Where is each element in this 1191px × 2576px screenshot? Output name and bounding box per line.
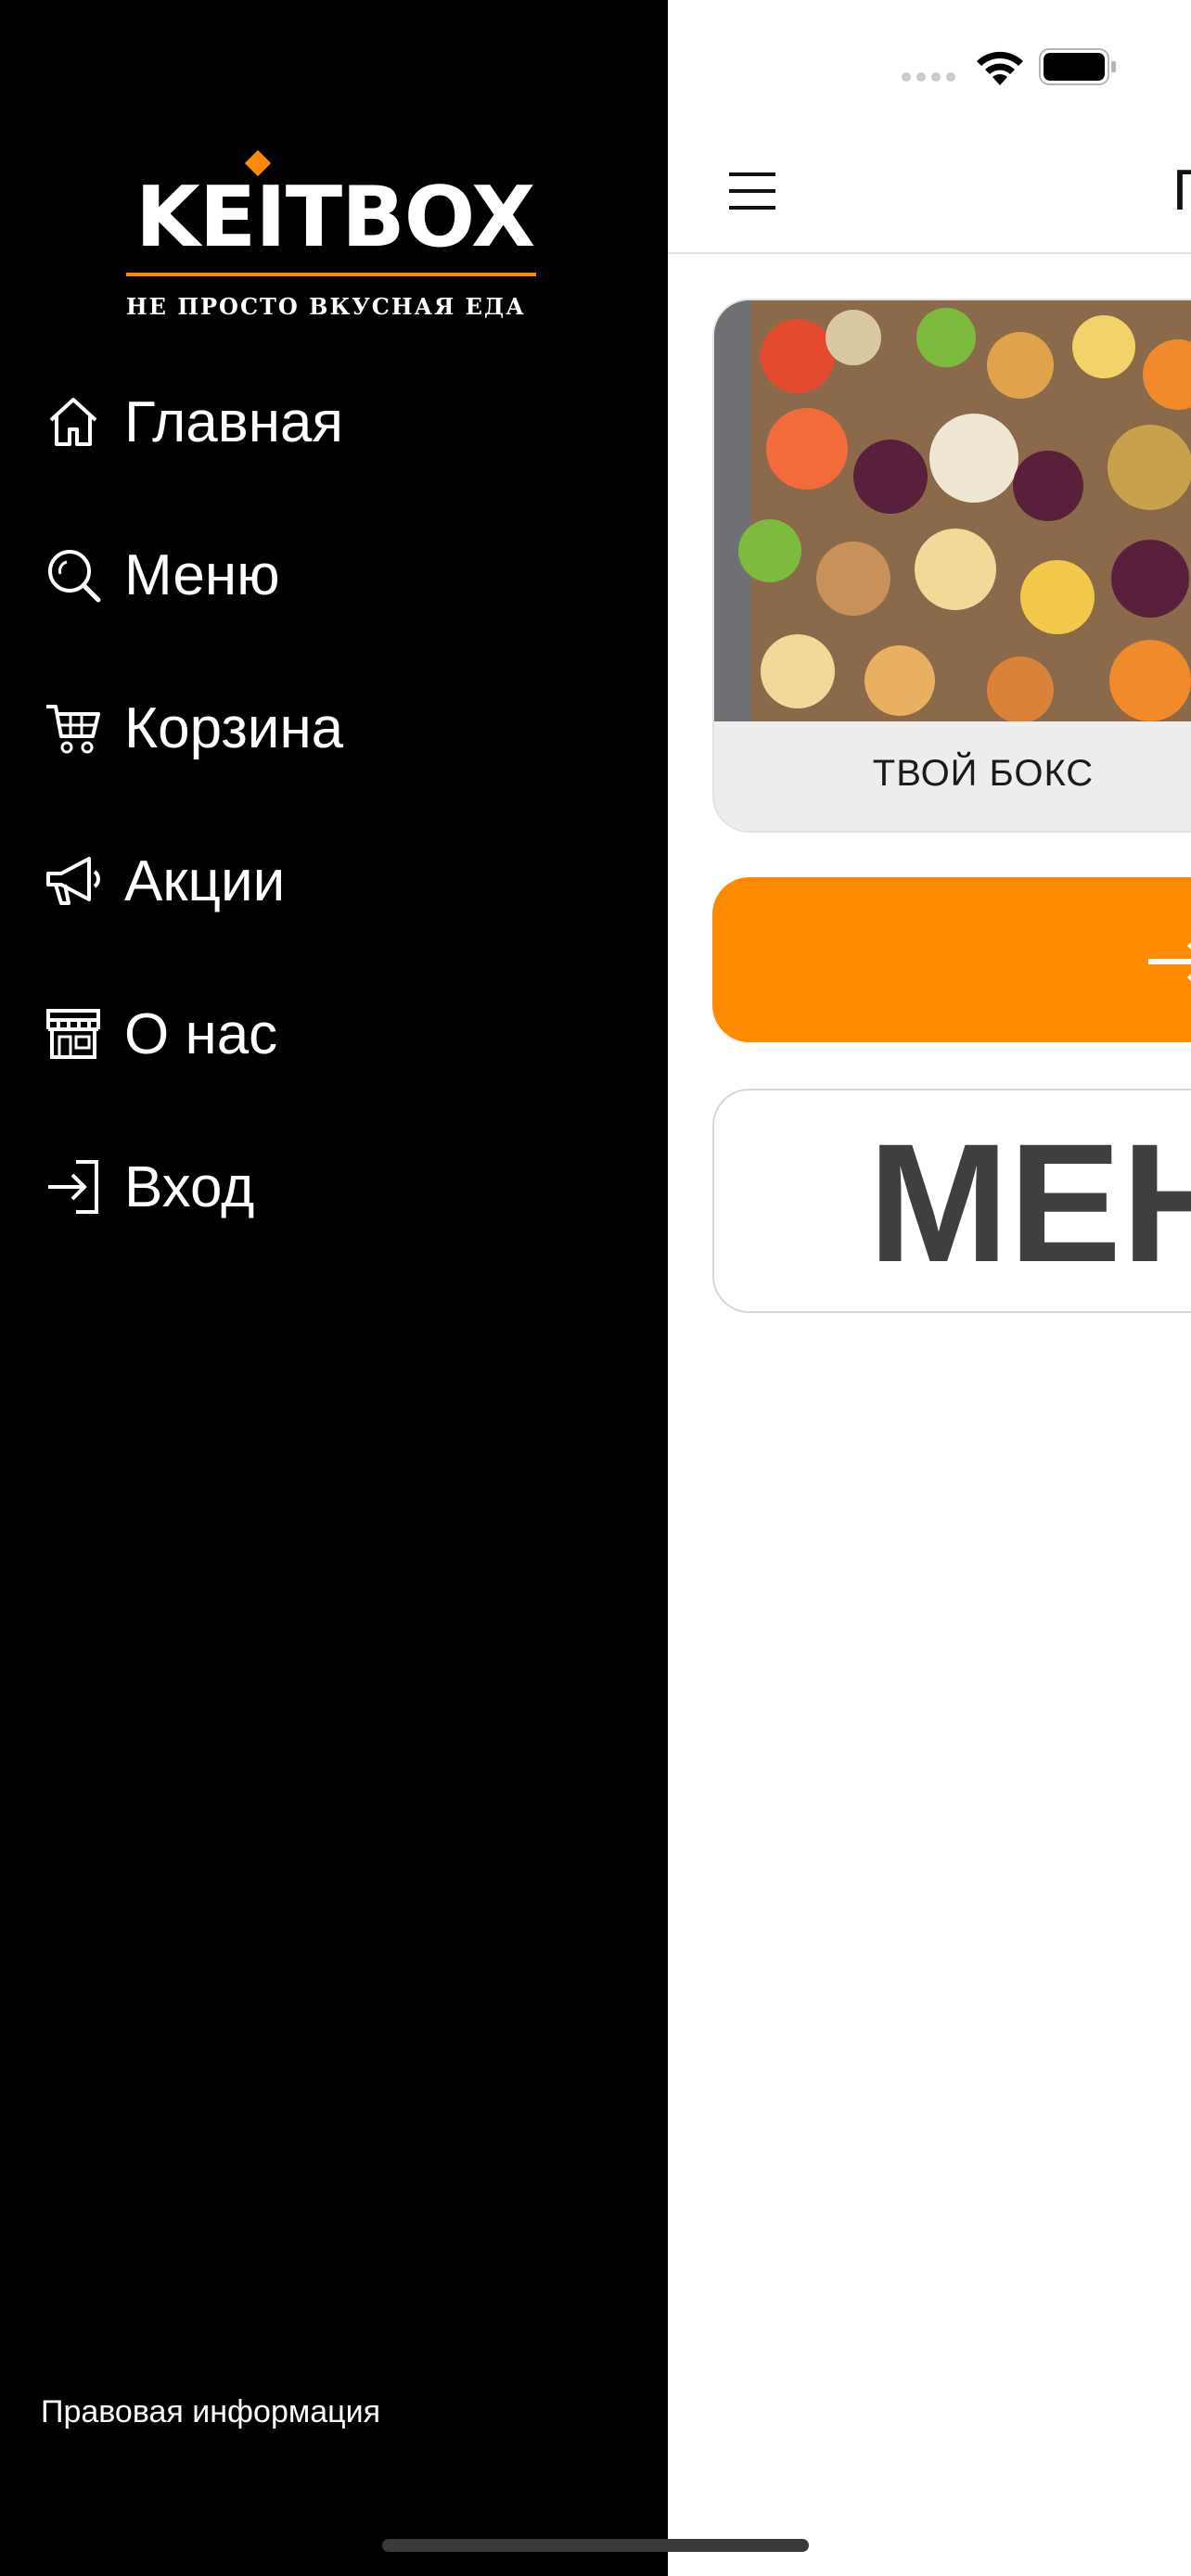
nav-label-login: Вход <box>124 1154 255 1219</box>
search-icon <box>41 542 106 607</box>
login-icon <box>41 1154 106 1219</box>
menu-card[interactable]: МЕН <box>712 1089 1191 1313</box>
brand-name: KEITBOX <box>135 169 535 266</box>
store-icon <box>41 1001 106 1066</box>
login-icon <box>1148 941 1191 982</box>
nav-label-promotions: Акции <box>124 848 286 913</box>
nav-item-about[interactable]: О нас <box>41 988 597 1080</box>
nav-item-promotions[interactable]: Акции <box>41 835 597 927</box>
nav-label-about: О нас <box>124 1001 278 1066</box>
hamburger-menu-icon[interactable] <box>729 171 775 211</box>
nav-item-menu[interactable]: Меню <box>41 529 597 621</box>
menu-card-title: МЕН <box>868 1108 1191 1297</box>
cart-icon <box>41 695 106 760</box>
your-box-card[interactable]: ТВОЙ БОКС <box>712 299 1191 833</box>
charcuterie-board-image <box>714 300 1191 721</box>
megaphone-icon <box>41 848 106 913</box>
brand-logo: KEITBOX НЕ ПРОСТО ВКУСНАЯ ЕДА <box>121 148 557 325</box>
nav-item-login[interactable]: Вход <box>41 1141 597 1233</box>
main-screen: Г ТВОЙ БОКС МЕ <box>668 0 1191 2576</box>
wifi-icon <box>977 51 1023 85</box>
navigation-drawer: KEITBOX НЕ ПРОСТО ВКУСНАЯ ЕДА Главная Ме… <box>0 0 668 2576</box>
cellular-signal-icon <box>902 72 955 82</box>
logo-underline <box>126 273 536 276</box>
legal-info-link[interactable]: Правовая информация <box>41 2394 380 2430</box>
battery-icon <box>1039 48 1116 85</box>
brand-tagline: НЕ ПРОСТО ВКУСНАЯ ЕДА <box>126 293 526 320</box>
nav-label-menu: Меню <box>124 542 280 607</box>
your-box-caption: ТВОЙ БОКС <box>714 721 1191 831</box>
nav-label-cart: Корзина <box>124 695 344 760</box>
nav-label-home: Главная <box>124 389 343 454</box>
page-title: Г <box>1172 159 1191 223</box>
status-bar <box>668 0 1191 130</box>
nav-item-cart[interactable]: Корзина <box>41 682 597 774</box>
home-icon <box>41 389 106 454</box>
nav-item-home[interactable]: Главная <box>41 376 597 468</box>
login-button[interactable] <box>712 877 1191 1042</box>
app-bar: Г <box>668 130 1191 254</box>
home-indicator[interactable] <box>382 2539 809 2552</box>
your-box-label: ТВОЙ БОКС <box>872 753 1095 794</box>
